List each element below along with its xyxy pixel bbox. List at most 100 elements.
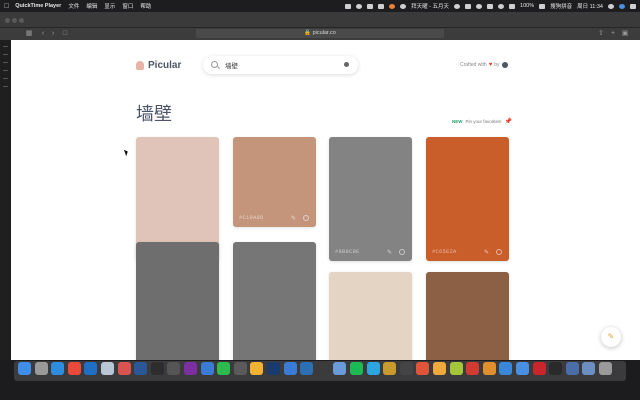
sublime-icon[interactable]	[167, 362, 181, 375]
downloads-icon[interactable]	[582, 362, 596, 375]
photos-icon[interactable]	[117, 362, 131, 375]
new-tab-button[interactable]: +	[608, 30, 618, 38]
search-icon[interactable]	[608, 3, 614, 9]
zoom-window-button[interactable]	[19, 18, 24, 23]
console-icon[interactable]	[549, 362, 563, 375]
site-logo[interactable]: Picular	[136, 60, 181, 71]
preview-icon[interactable]	[101, 362, 114, 375]
status-icon[interactable]	[487, 3, 494, 9]
status-icon[interactable]	[356, 3, 363, 9]
iterm-icon[interactable]	[316, 362, 330, 375]
color-card[interactable]: #E3D3C2✎	[329, 272, 412, 360]
battery-percent[interactable]: 100%	[520, 3, 534, 9]
status-icon[interactable]	[389, 3, 396, 9]
color-card[interactable]: #8E6146✎	[426, 272, 509, 360]
share-icon[interactable]: ⇧	[596, 30, 606, 38]
sequel-icon[interactable]	[383, 362, 397, 375]
xcode-icon[interactable]	[200, 362, 214, 375]
back-button[interactable]: ‹	[38, 30, 48, 38]
crafted-by-label: by	[494, 62, 500, 68]
pin-icon[interactable]: ✎	[291, 215, 296, 222]
pinwheel-icon[interactable]	[482, 362, 496, 375]
tab-overview-icon[interactable]: □	[60, 30, 70, 38]
close-window-button[interactable]	[5, 18, 10, 23]
now-playing-text[interactable]: 拜天曜 - 五月天	[411, 2, 449, 10]
pin-icon[interactable]: 📌	[505, 118, 512, 125]
menu-help[interactable]: 帮助	[140, 2, 151, 10]
siri-icon[interactable]	[619, 3, 625, 9]
launchpad-icon[interactable]	[34, 362, 48, 375]
lock-icon: 🔒	[304, 30, 312, 36]
show-tabs-icon[interactable]: ▣	[620, 30, 630, 38]
weather-icon[interactable]	[400, 3, 407, 9]
terminal-icon[interactable]	[150, 362, 164, 375]
pin-icon[interactable]: ✎	[484, 249, 489, 256]
copy-icon[interactable]	[399, 249, 405, 255]
wechat-icon[interactable]	[217, 362, 231, 375]
word-icon[interactable]	[134, 362, 148, 375]
pencil-button[interactable]: ✎	[601, 327, 621, 347]
wifi-icon[interactable]	[498, 3, 505, 9]
safari-icon[interactable]	[51, 362, 65, 375]
trash-icon[interactable]	[599, 362, 612, 375]
paw-icon[interactable]	[433, 362, 446, 375]
menu-view[interactable]: 显示	[104, 2, 115, 10]
notification-center-icon[interactable]	[630, 3, 636, 9]
color-card[interactable]: #8B8C8E ✎	[329, 137, 412, 261]
sidebar-toggle-icon[interactable]: ▦	[24, 30, 34, 38]
left-window-edge	[0, 40, 11, 360]
outlook-icon[interactable]	[84, 362, 98, 375]
colorsync-icon[interactable]	[333, 362, 347, 375]
pin-icon[interactable]: ✎	[387, 249, 392, 256]
status-icon[interactable]	[454, 3, 461, 9]
apple-icon[interactable]: 	[4, 3, 9, 10]
android-icon[interactable]	[449, 362, 463, 375]
copy-icon[interactable]	[303, 215, 309, 221]
vscode-icon[interactable]	[300, 362, 314, 375]
battery-icon	[539, 3, 546, 9]
onenote-icon[interactable]	[184, 362, 197, 375]
activity-monitor-icon[interactable]	[399, 362, 413, 375]
wechat-status-icon[interactable]	[476, 3, 483, 9]
menu-bar:  QuickTime Player 文件 编辑 显示 窗口 帮助 拜天曜 - …	[0, 0, 640, 12]
status-icon[interactable]	[509, 3, 516, 9]
copy-icon[interactable]	[496, 249, 502, 255]
color-card[interactable]: #C65E2A ✎	[426, 137, 509, 261]
menu-file[interactable]: 文件	[68, 2, 79, 10]
color-card[interactable]: #787878✎	[233, 242, 316, 360]
input-method[interactable]: 搜狗拼音	[550, 2, 572, 10]
minimize-window-button[interactable]	[12, 18, 17, 23]
notes-icon[interactable]	[233, 362, 247, 375]
photoshop-icon[interactable]	[267, 362, 280, 375]
clock[interactable]: 周日 11:34	[577, 2, 603, 10]
pin-hint-text: Pin your favorites!	[465, 119, 502, 124]
dash-icon[interactable]	[416, 362, 430, 375]
menu-app-name[interactable]: QuickTime Player	[15, 3, 61, 9]
clear-search-icon[interactable]	[344, 62, 349, 67]
color-card[interactable]: #6E6E6E✎	[136, 242, 219, 360]
menu-window[interactable]: 窗口	[122, 2, 133, 10]
chrome-icon[interactable]	[67, 362, 81, 375]
search-box[interactable]	[203, 56, 358, 74]
status-icon[interactable]	[345, 3, 352, 9]
baidu-netdisk-icon[interactable]	[499, 362, 513, 375]
search-input[interactable]	[225, 59, 335, 71]
forward-button[interactable]: ›	[48, 30, 58, 38]
color-card[interactable]: #C19A8D ✎	[233, 137, 316, 227]
acrobat-icon[interactable]	[532, 362, 546, 375]
quicktime-icon[interactable]	[565, 362, 579, 375]
finder-icon[interactable]	[18, 362, 31, 375]
menu-edit[interactable]: 编辑	[86, 2, 97, 10]
status-icon[interactable]	[465, 3, 472, 9]
author-avatar-icon[interactable]	[501, 62, 508, 68]
keynote-icon[interactable]	[283, 362, 297, 375]
status-icon[interactable]	[367, 3, 374, 9]
address-bar[interactable]: 🔒 picular.co	[196, 29, 444, 38]
sketch-icon[interactable]	[250, 362, 264, 375]
app-store-icon[interactable]	[516, 362, 529, 375]
netease-music-icon[interactable]	[466, 362, 480, 375]
telegram-icon[interactable]	[366, 362, 380, 375]
spotify-icon[interactable]	[350, 362, 363, 375]
page-title: 墙壁	[136, 104, 172, 125]
status-icon[interactable]	[378, 3, 385, 9]
